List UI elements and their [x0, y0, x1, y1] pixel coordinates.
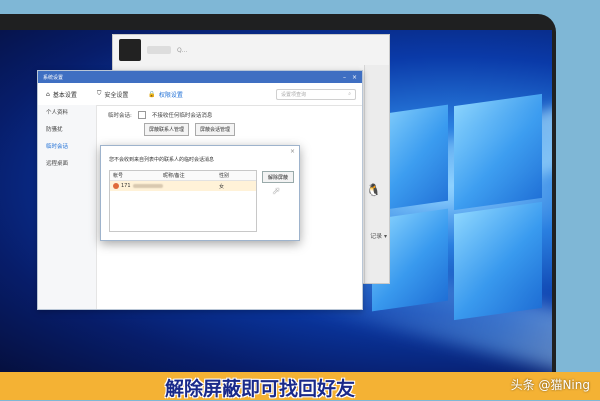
tab-label: 基本设置 — [52, 91, 77, 99]
cell-account: 171 — [110, 183, 163, 189]
table-header: 帐号 昵称/备注 性别 — [110, 171, 256, 181]
chat-title-text: Q... — [177, 46, 188, 54]
column-nickname: 昵称/备注 — [163, 173, 185, 179]
blocked-contacts-table: 帐号 昵称/备注 性别 171 女 — [109, 170, 257, 232]
minimize-icon[interactable]: – — [343, 74, 346, 81]
search-placeholder: 设置项查询 — [281, 91, 307, 98]
shield-icon: ⛉ — [96, 90, 102, 97]
column-account: 帐号 — [113, 173, 124, 179]
watermark: 头条 @猫Ning — [510, 378, 590, 392]
settings-titlebar: 系统设置 – × — [38, 71, 362, 83]
unblock-button[interactable]: 解除屏蔽 — [262, 171, 294, 183]
search-icon: ⌕ — [348, 91, 351, 97]
dialog-title: 您不会收到来自列表中的联系人的临时会话消息 — [109, 157, 215, 163]
contact-avatar — [119, 39, 141, 61]
tab-security[interactable]: ⛉ 安全设置 — [97, 90, 129, 99]
penguin-icon[interactable]: 🐧 — [366, 183, 381, 197]
blocked-sessions-button[interactable]: 屏蔽会话管理 — [195, 123, 236, 136]
settings-tabs: ⌂ 基本设置 ⛉ 安全设置 🔒 权限设置 设置项查询 ⌕ — [38, 83, 362, 106]
chat-side-panel — [364, 65, 389, 283]
qq-avatar-icon — [113, 183, 119, 189]
home-icon: ⌂ — [46, 90, 50, 98]
sidebar-item-anti-harass[interactable]: 防骚扰 — [38, 122, 96, 139]
history-record-link[interactable]: 记录 ▾ — [370, 231, 387, 240]
table-row[interactable]: 171 女 — [110, 181, 256, 191]
account-number: 171 — [121, 183, 131, 189]
sidebar-item-remote-desktop[interactable]: 远程桌面 — [38, 156, 96, 173]
mouse-cursor-icon: ➚ — [272, 186, 281, 197]
checkbox-label: 不接收任何临时会话消息 — [151, 113, 213, 119]
tab-label: 权限设置 — [158, 91, 183, 99]
blurred-account — [132, 184, 163, 188]
contact-name-blurred — [147, 46, 171, 54]
settings-search-input[interactable]: 设置项查询 ⌕ — [276, 88, 356, 100]
blocked-contacts-dialog[interactable]: × 您不会收到来自列表中的联系人的临时会话消息 帐号 昵称/备注 性别 171 … — [100, 145, 300, 241]
blocked-contacts-button[interactable]: 屏蔽联系人管理 — [144, 123, 190, 136]
close-icon[interactable]: × — [290, 148, 295, 155]
windows-logo — [372, 93, 542, 330]
reject-temp-session-checkbox[interactable] — [137, 111, 146, 119]
settings-sidebar: 个人资料 防骚扰 临时会话 远程桌面 — [38, 105, 97, 309]
close-icon[interactable]: × — [352, 74, 357, 81]
tab-permission[interactable]: 🔒 权限设置 — [148, 90, 183, 99]
settings-content: 临时会话: 不接收任何临时会话消息 屏蔽联系人管理 屏蔽会话管理 — [108, 111, 354, 136]
settings-window-title: 系统设置 — [43, 74, 64, 81]
tab-label: 安全设置 — [104, 91, 129, 99]
sidebar-item-temp-session[interactable]: 临时会话 — [38, 139, 96, 156]
lock-icon: 🔒 — [148, 90, 156, 98]
video-caption: 解除屏蔽即可找回好友 — [164, 378, 355, 400]
cell-gender: 女 — [219, 183, 225, 190]
tab-basic[interactable]: ⌂ 基本设置 — [46, 90, 77, 99]
column-gender: 性别 — [219, 173, 230, 179]
chat-titlebar: Q... — [113, 35, 389, 65]
logo-pane — [454, 93, 542, 211]
temp-session-label: 临时会话: — [108, 113, 132, 119]
sidebar-item-profile[interactable]: 个人资料 — [38, 105, 96, 122]
logo-pane — [454, 201, 542, 321]
